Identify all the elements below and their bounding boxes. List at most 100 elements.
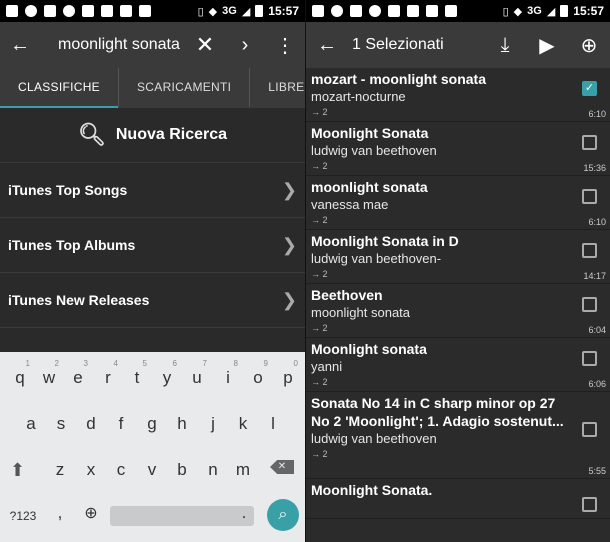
list-item[interactable]: Moonlight Sonata. <box>306 479 610 519</box>
tab-libreria[interactable]: LIBRERIA <box>249 68 305 108</box>
list-item[interactable]: Beethoven moonlight sonata → 2 6:04 <box>306 284 610 338</box>
track-artist: vanessa mae <box>311 197 389 212</box>
track-title: Sonata No 14 in C sharp minor op 27 No 2… <box>311 395 564 429</box>
key-y[interactable]: y6 <box>153 359 181 388</box>
keyboard-search-icon[interactable]: ⌕ <box>267 499 299 531</box>
list-item[interactable]: Moonlight Sonata ludwig van beethoven → 2 1… <box>306 122 610 176</box>
key-p[interactable]: p0 <box>274 359 302 388</box>
key-q[interactable]: q1 <box>6 359 34 388</box>
select-checkbox[interactable] <box>582 243 597 258</box>
key-n[interactable]: n <box>199 460 227 480</box>
select-checkbox[interactable] <box>582 422 597 437</box>
select-checkbox[interactable] <box>582 135 597 150</box>
gallery-icon <box>350 5 362 17</box>
vibrate-icon: ▯ <box>197 5 204 18</box>
twitter-icon <box>388 5 400 17</box>
vpn-icon <box>369 5 381 17</box>
back-arrow-icon[interactable]: ← <box>306 34 348 57</box>
track-duration: 6:10 <box>588 217 606 227</box>
source-count: → 2 <box>311 215 328 225</box>
chart-row-itunes-top-songs[interactable]: iTunes Top Songs ❯ <box>0 163 305 218</box>
tab-classifiche[interactable]: CLASSIFICHE <box>0 68 118 108</box>
chevron-right-icon: ❯ <box>281 234 297 255</box>
new-search-button[interactable]: 🔍︎ Nuova Ricerca <box>0 108 305 163</box>
signal-icon: ◢ <box>546 5 556 18</box>
key-period[interactable]: . <box>234 503 254 523</box>
key-k[interactable]: k <box>229 414 257 434</box>
list-item[interactable]: Moonlight sonata yanni → 2 6:06 <box>306 338 610 392</box>
track-duration: 6:04 <box>588 325 606 335</box>
selection-screen: ▯ ◆ 3G ◢ 15:57 ← 1 Selezionati ⤓ ▶ ⊕ moz… <box>305 0 610 542</box>
select-checkbox[interactable] <box>582 297 597 312</box>
select-checkbox[interactable] <box>582 497 597 512</box>
key-g[interactable]: g <box>138 414 166 434</box>
signal-icon: ◢ <box>241 5 251 18</box>
tab-scaricamenti[interactable]: SCARICAMENTI <box>118 68 249 108</box>
select-checkbox[interactable]: ✓ <box>582 81 597 96</box>
overflow-menu-icon[interactable]: ⋮ <box>265 33 305 58</box>
key-d[interactable]: d <box>77 414 105 434</box>
key-j[interactable]: j <box>199 414 227 434</box>
key-w[interactable]: w2 <box>35 359 63 388</box>
key-i[interactable]: i8 <box>214 359 242 388</box>
track-artist: ludwig van beethoven <box>311 143 437 158</box>
key-comma[interactable]: , <box>50 503 70 523</box>
clear-icon[interactable]: ✕ <box>185 32 225 58</box>
key-b[interactable]: b <box>168 460 196 480</box>
list-item[interactable]: moonlight sonata vanessa mae → 2 6:10 <box>306 176 610 230</box>
telegram-icon <box>25 5 37 17</box>
twitter-icon <box>101 5 113 17</box>
space-bar[interactable] <box>110 506 254 526</box>
key-a[interactable]: a <box>17 414 45 434</box>
wifi-icon: ◆ <box>513 5 523 18</box>
key-r[interactable]: r4 <box>94 359 122 388</box>
soft-keyboard: q1 w2 e3 r4 t5 y6 u7 i8 o9 p0 a s d f g … <box>0 352 305 542</box>
play-icon[interactable]: ▶ <box>526 33 568 58</box>
key-o[interactable]: o9 <box>244 359 272 388</box>
key-x[interactable]: x <box>77 460 105 480</box>
track-artist: yanni <box>311 359 343 374</box>
track-title: Moonlight sonata <box>311 341 427 357</box>
forward-chevron-icon[interactable]: › <box>225 34 265 57</box>
selection-title: 1 Selezionati <box>352 36 444 53</box>
list-item[interactable]: Sonata No 14 in C sharp minor op 27 No 2… <box>306 392 610 479</box>
track-duration: 14:17 <box>583 271 606 281</box>
key-z[interactable]: z <box>46 460 74 480</box>
search-screen: ▯ ◆ 3G ◢ 15:57 ← moonlight sonata ✕ › ⋮ … <box>0 0 305 542</box>
key-s[interactable]: s <box>47 414 75 434</box>
select-checkbox[interactable] <box>582 189 597 204</box>
key-f[interactable]: f <box>107 414 135 434</box>
track-artist: ludwig van beethoven- <box>311 251 442 266</box>
back-arrow-icon[interactable]: ← <box>0 34 40 57</box>
key-u[interactable]: u7 <box>183 359 211 388</box>
chart-row-itunes-top-albums[interactable]: iTunes Top Albums ❯ <box>0 218 305 273</box>
key-t[interactable]: t5 <box>123 359 151 388</box>
search-icon: 🔍︎ <box>77 122 106 147</box>
key-m[interactable]: m <box>229 460 257 480</box>
chevron-right-icon: ❯ <box>281 289 297 310</box>
key-v[interactable]: v <box>138 460 166 480</box>
chart-row-label: iTunes Top Albums <box>8 237 136 253</box>
key-c[interactable]: c <box>107 460 135 480</box>
symbols-key[interactable]: ?123 <box>6 509 40 523</box>
select-checkbox[interactable] <box>582 351 597 366</box>
search-input[interactable]: moonlight sonata <box>40 36 185 54</box>
search-toolbar: ← moonlight sonata ✕ › ⋮ <box>0 22 305 68</box>
globe-icon[interactable]: ⊕ <box>79 503 103 523</box>
chart-row-itunes-new-releases[interactable]: iTunes New Releases ❯ <box>0 273 305 328</box>
status-bar: ▯ ◆ 3G ◢ 15:57 <box>0 0 305 22</box>
track-title: Moonlight Sonata. <box>311 482 433 498</box>
add-icon[interactable]: ⊕ <box>568 33 610 58</box>
list-item[interactable]: mozart - moonlight sonata mozart-nocturne… <box>306 68 610 122</box>
track-title: Moonlight Sonata <box>311 125 429 141</box>
source-count: → 2 <box>311 323 328 333</box>
shift-icon[interactable]: ⬆ <box>10 460 25 481</box>
tab-bar: CLASSIFICHE SCARICAMENTI LIBRERIA <box>0 68 305 108</box>
key-l[interactable]: l <box>259 414 287 434</box>
key-e[interactable]: e3 <box>64 359 92 388</box>
download-icon[interactable]: ⤓ <box>484 34 526 57</box>
list-item[interactable]: Moonlight Sonata in D ludwig van beethove… <box>306 230 610 284</box>
status-bar: ▯ ◆ 3G ◢ 15:57 <box>306 0 610 22</box>
backspace-icon[interactable]: ✕ <box>270 460 294 474</box>
key-h[interactable]: h <box>168 414 196 434</box>
